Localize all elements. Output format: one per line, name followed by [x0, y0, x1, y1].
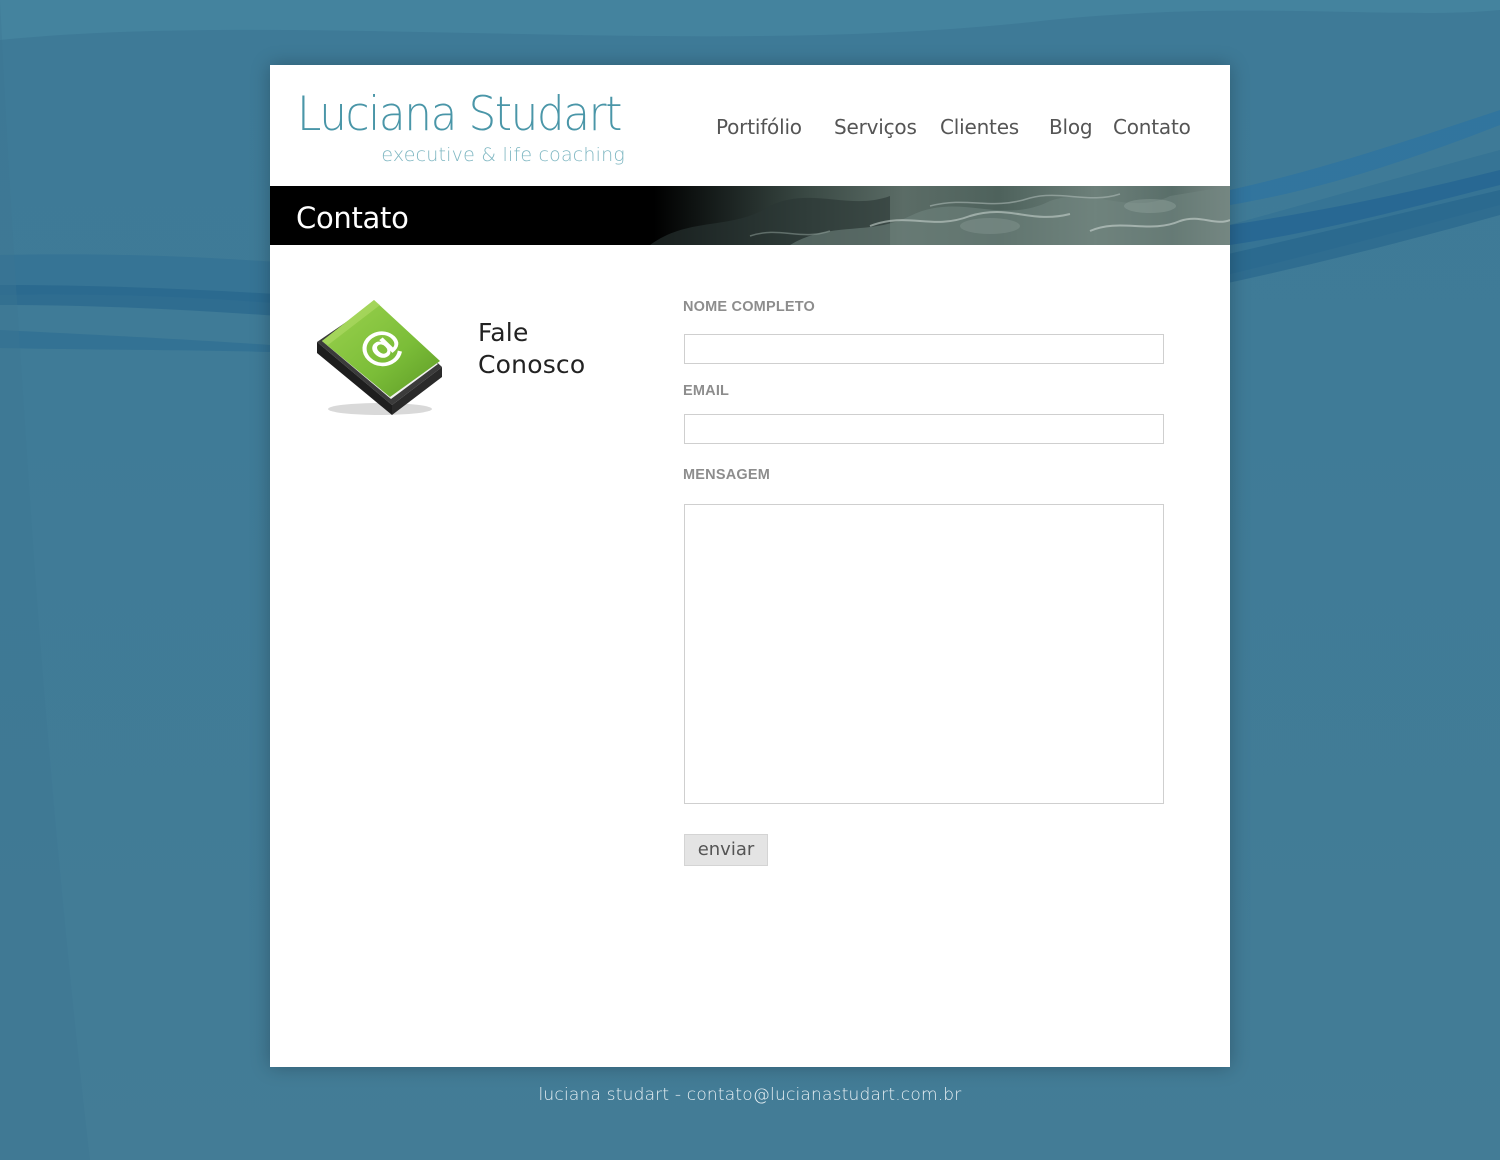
footer-text: luciana studart - contato@lucianastudart…: [538, 1085, 962, 1105]
main-nav: Portifólio Serviços Clientes Blog Contat…: [270, 115, 1230, 145]
nav-item-blog[interactable]: Blog: [1049, 115, 1093, 139]
message-textarea[interactable]: [684, 504, 1164, 804]
nav-item-portifolio[interactable]: Portifólio: [716, 115, 802, 139]
contact-heading: Fale Conosco: [478, 317, 585, 381]
page-banner: Contato: [270, 186, 1230, 245]
name-label: NOME COMPLETO: [683, 299, 816, 315]
email-input[interactable]: [684, 414, 1164, 444]
nav-item-clientes[interactable]: Clientes: [940, 115, 1019, 139]
send-button[interactable]: enviar: [684, 834, 768, 866]
nav-item-contato[interactable]: Contato: [1113, 115, 1191, 139]
content-page: Luciana Studart executive & life coachin…: [270, 65, 1230, 1067]
name-input[interactable]: [684, 334, 1164, 364]
email-label: EMAIL: [683, 383, 730, 399]
contact-heading-line2: Conosco: [478, 350, 586, 379]
contact-heading-line1: Fale: [478, 318, 529, 347]
banner-water-texture: [650, 186, 1230, 245]
logo-subtitle: executive & life coaching: [381, 144, 625, 166]
message-label: MENSAGEM: [683, 467, 770, 483]
page-title: Contato: [296, 201, 409, 235]
nav-item-servicos[interactable]: Serviços: [834, 115, 917, 139]
email-book-icon: @: [317, 300, 442, 415]
